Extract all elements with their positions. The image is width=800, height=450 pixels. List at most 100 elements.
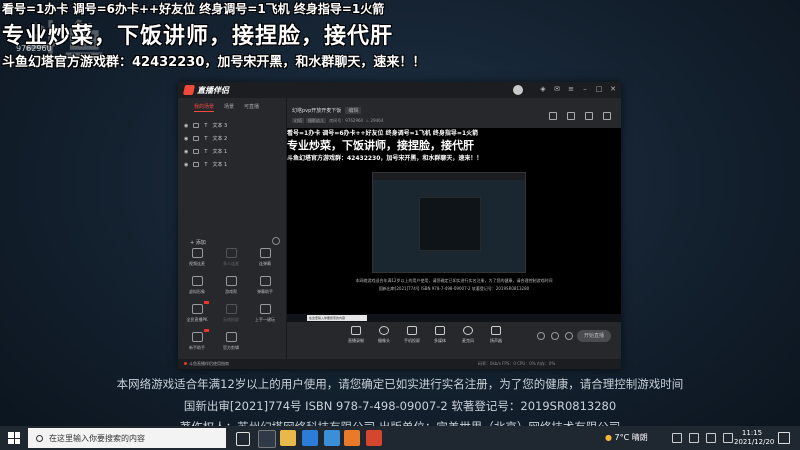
speaker-button[interactable]: 扬声器: [483, 326, 509, 344]
search-icon: [36, 434, 43, 442]
record-icon: [351, 326, 361, 335]
tab-live-capable[interactable]: 可直播: [244, 103, 259, 112]
stream-title[interactable]: 幻塔pvp开放开麦下饭 编辑: [292, 107, 362, 114]
close-icon[interactable]: ✕: [609, 85, 617, 93]
text-icon: T: [204, 148, 208, 155]
streaming-app-icon[interactable]: [366, 430, 382, 446]
source-item[interactable]: ◉ T 文本 2: [184, 135, 227, 143]
clip-icon[interactable]: [537, 332, 545, 340]
tab-my-scenes[interactable]: 我的场景: [194, 103, 215, 112]
streaming-app-window: 直播伴侣 ◈ ✉ ≡ – □ ✕ 我的场景 场景 可直播 ◉ T 文本 3 ◉ T …: [178, 82, 621, 369]
menu-icon[interactable]: ≡: [567, 85, 575, 93]
taskbar-search-input[interactable]: 在这里输入你要搜索的内容: [28, 428, 226, 448]
scene-panel: 我的场景 场景 可直播 ◉ T 文本 3 ◉ T 文本 2 ◉ T 文本 1 ◉ T 文…: [178, 98, 287, 359]
tab-scenes[interactable]: 场景: [224, 103, 234, 112]
lock-icon[interactable]: [193, 136, 200, 141]
volume-icon[interactable]: [706, 433, 716, 443]
tool-video-link[interactable]: 视频连麦: [182, 248, 212, 267]
gamepad-icon: [259, 304, 271, 314]
network-icon[interactable]: [689, 433, 699, 443]
preview-notice-1: 本网络游戏适合年满12岁以上的用户使用，请您确定已如实进行实名注册，为了您的健康…: [355, 278, 553, 283]
source-label: 文本 3: [212, 123, 228, 129]
speaker-icon: [491, 326, 501, 335]
game-launcher-icon[interactable]: [344, 430, 360, 446]
message-icon[interactable]: ✉: [553, 85, 561, 93]
lock-icon[interactable]: [193, 123, 200, 128]
tool-official-clip[interactable]: 官方剪辑: [216, 332, 246, 351]
edit-title-button[interactable]: 编辑: [345, 107, 362, 114]
video-link-icon: [191, 248, 203, 258]
weather-widget[interactable]: ● 7°C 晴朗: [605, 432, 648, 443]
eye-icon[interactable]: ◉: [184, 149, 188, 155]
eye-icon[interactable]: ◉: [184, 136, 188, 142]
cortana-icon[interactable]: [236, 432, 250, 446]
preview-taskbar: 在这里输入你要搜索的内容: [287, 314, 621, 322]
performance-stats: 码率：0kb/s FPS：0 CPU：0% 内存：0%: [478, 361, 556, 366]
source-item[interactable]: ◉ T 文本 1: [184, 148, 228, 156]
phone-cast-button[interactable]: 手机投屏: [399, 326, 425, 344]
lock-icon[interactable]: [193, 162, 200, 167]
tool-wireless-cast[interactable]: 无线投屏: [216, 304, 246, 323]
taskbar-clock[interactable]: 11:15 2021/12/20: [734, 429, 775, 447]
desktop-notice-2: 国新出审[2021]774号 ISBN 978-7-498-09007-2 软著…: [183, 399, 617, 413]
tool-pk[interactable]: 全民直播PK: [182, 304, 212, 323]
tool-danmaku-assistant[interactable]: 弹幕助手: [250, 276, 280, 295]
start-live-button[interactable]: 开始直播: [577, 330, 611, 342]
tool-newbie-assistant[interactable]: 新手助手: [182, 332, 212, 351]
source-item[interactable]: ◉ T 文本 1: [184, 161, 228, 169]
tool-multi-link[interactable]: 多人连麦: [216, 248, 246, 267]
app-icon[interactable]: [324, 430, 340, 446]
preview-overlay-line-3: 斗鱼幻塔官方游戏群：42432230，加号宋开黑，和水群聊天，速来！！: [287, 155, 483, 162]
status-dot-icon: [184, 362, 187, 365]
eye-icon[interactable]: ◉: [184, 162, 188, 168]
multi-link-icon: [225, 248, 237, 258]
newbie-icon: [191, 332, 203, 342]
browser-icon[interactable]: [302, 430, 318, 446]
record-button[interactable]: 直播录制: [343, 326, 369, 344]
gear-icon[interactable]: [565, 332, 573, 340]
chevron-up-icon[interactable]: [672, 433, 682, 443]
avatar[interactable]: [513, 85, 523, 95]
schedule-icon[interactable]: [551, 332, 559, 340]
lock-icon[interactable]: [193, 149, 200, 154]
guide-link[interactable]: 斗鱼直播伴侣使用指南: [184, 361, 229, 367]
add-source-button[interactable]: + 添加: [190, 239, 206, 246]
minimize-icon[interactable]: –: [581, 85, 589, 93]
microphone-button[interactable]: 麦克风: [455, 326, 481, 344]
tool-game-help[interactable]: 游戏帮: [216, 276, 246, 295]
overlay-line-3: 斗鱼幻塔官方游戏群：42432230，加号宋开黑，和水群聊天，速来！！: [2, 55, 426, 70]
hot-count: 29464: [370, 118, 384, 123]
app-titlebar: 直播伴侣 ◈ ✉ ≡ – □ ✕: [178, 82, 621, 98]
tool-danmaku-link[interactable]: 连弹幕: [250, 248, 280, 267]
wireless-cast-icon: [225, 304, 237, 314]
file-explorer-icon[interactable]: [280, 430, 296, 446]
overlay-line-2: 专业炒菜，下饭讲师，接捏脸，接代肝: [2, 24, 394, 49]
task-view-icon[interactable]: [258, 430, 276, 448]
maximize-icon[interactable]: □: [595, 85, 603, 93]
tool-one-click-play[interactable]: 上手一键玩: [250, 304, 280, 323]
clock-date: 2021/12/20: [734, 438, 775, 446]
tag-label[interactable]: 摄影幼儿: [306, 118, 326, 123]
camera-button[interactable]: 摄像头: [371, 326, 397, 344]
media-button[interactable]: 多媒体: [427, 326, 453, 344]
eye-icon[interactable]: ◉: [184, 123, 188, 129]
skin-icon[interactable]: ◈: [539, 85, 547, 93]
tool-avatar[interactable]: 虚拟形象: [182, 276, 212, 295]
windows-start-icon[interactable]: [8, 432, 20, 444]
clock-time: 11:15: [741, 429, 763, 437]
layout-icon[interactable]: [567, 112, 575, 120]
ime-icon[interactable]: [723, 433, 733, 443]
text-icon: T: [204, 135, 208, 142]
notification-icon[interactable]: [778, 432, 790, 444]
source-item[interactable]: ◉ T 文本 3: [184, 122, 228, 130]
settings-icon[interactable]: [603, 112, 611, 120]
game-help-icon: [225, 276, 237, 286]
source-label: 文本 1: [212, 162, 228, 168]
windows-taskbar: 在这里输入你要搜索的内容 ● 7°C 晴朗 11:15 2021/12/20: [0, 426, 800, 450]
source-label: 文本 1: [212, 149, 228, 155]
gift-icon[interactable]: [549, 112, 557, 120]
more-icon[interactable]: [272, 237, 280, 245]
category-tag[interactable]: 幻塔: [292, 118, 304, 123]
share-icon[interactable]: [585, 112, 593, 120]
text-icon: T: [204, 122, 208, 129]
